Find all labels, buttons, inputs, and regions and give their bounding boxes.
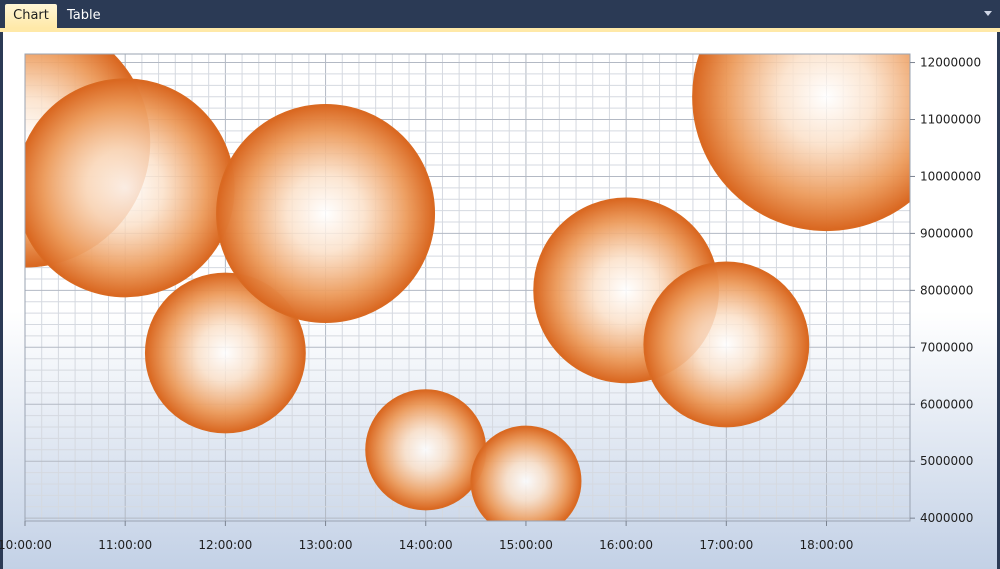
x-tick-label: 18:00:00 <box>800 538 854 552</box>
x-tick-label: 17:00:00 <box>699 538 753 552</box>
bubble <box>25 78 235 298</box>
x-tick-label: 16:00:00 <box>599 538 653 552</box>
y-tick-label: 9000000 <box>920 226 973 240</box>
x-tick-label: 15:00:00 <box>499 538 553 552</box>
y-tick-label: 8000000 <box>920 283 973 297</box>
x-tick-label: 12:00:00 <box>198 538 252 552</box>
x-tick-label: 10:00:00 <box>0 538 52 552</box>
y-tick-label: 4000000 <box>920 511 973 525</box>
y-tick-label: 6000000 <box>920 397 973 411</box>
y-tick-label: 12000000 <box>920 56 981 70</box>
y-tick-label: 10000000 <box>920 169 981 183</box>
y-tick-label: 7000000 <box>920 340 973 354</box>
bubble <box>216 103 436 323</box>
bubble <box>470 425 582 521</box>
x-tick-label: 14:00:00 <box>399 538 453 552</box>
x-tick-label: 13:00:00 <box>299 538 353 552</box>
y-tick-label: 5000000 <box>920 454 973 468</box>
y-axis: 4000000 5000000 6000000 7000000 8000000 90000… <box>910 56 981 525</box>
x-tick-label: 11:00:00 <box>98 538 152 552</box>
bubble-chart: 10:00:00 11:00:00 12:00:00 13:00:00 14:00:00… <box>0 53 981 552</box>
bubble <box>365 389 487 511</box>
x-axis: 10:00:00 11:00:00 12:00:00 13:00:00 14:00:00… <box>0 521 853 552</box>
bubble <box>643 261 810 428</box>
y-tick-label: 11000000 <box>920 112 981 126</box>
